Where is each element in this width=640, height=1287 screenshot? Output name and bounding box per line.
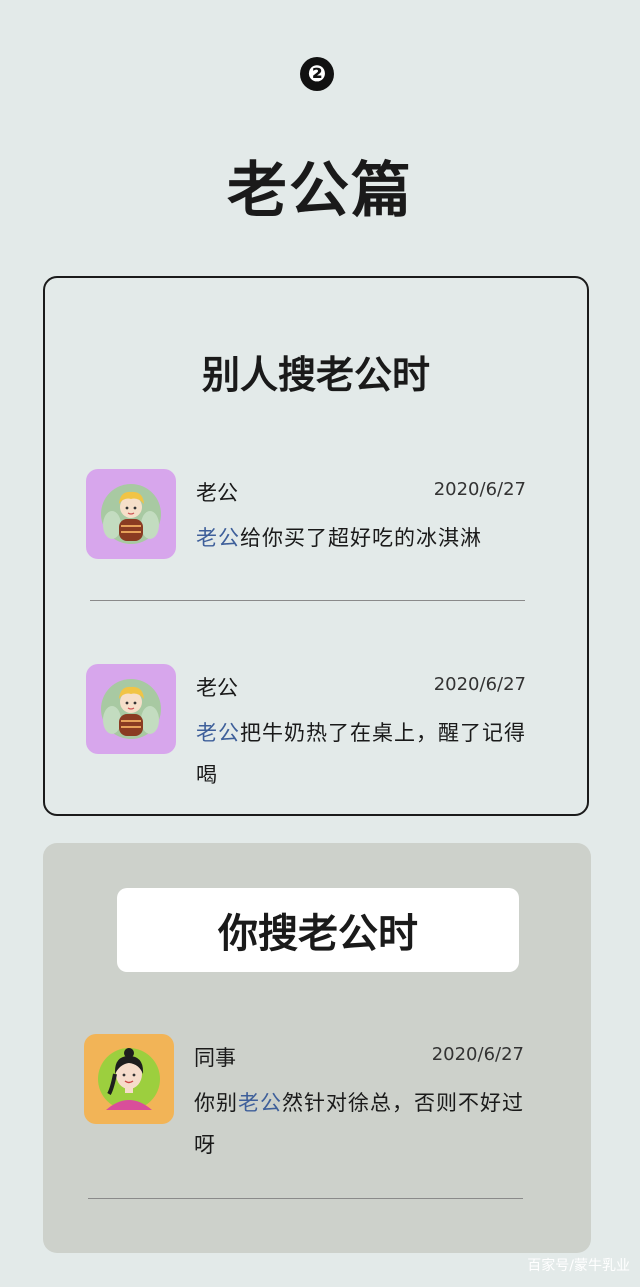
sender-name: 老公 xyxy=(196,676,238,700)
message-body: 给你买了超好吃的冰淇淋 xyxy=(240,526,482,550)
message-text: 老公给你买了超好吃的冰淇淋 xyxy=(196,517,526,559)
highlighted-keyword: 老公 xyxy=(238,1091,282,1115)
message-date: 2020/6/27 xyxy=(433,674,526,695)
message-prefix: 你别 xyxy=(194,1091,238,1115)
girl-avatar-icon xyxy=(84,1034,174,1124)
page-title: 老公篇 xyxy=(227,156,413,226)
boy-avatar-icon xyxy=(86,664,176,754)
others-search-card: 别人搜老公时 老公 2020/6/27 老公给你买了超好吃的冰淇淋 老公 202… xyxy=(43,276,589,816)
divider xyxy=(90,600,525,601)
message-text: 老公把牛奶热了在桌上，醒了记得喝 xyxy=(196,712,526,796)
your-search-card: 你搜老公时 同事 2020/6/27 你别老公然针对徐总，否则不好过呀 xyxy=(43,843,591,1253)
sender-name: 同事 xyxy=(194,1046,236,1070)
boy-avatar-icon xyxy=(86,469,176,559)
message-date: 2020/6/27 xyxy=(433,479,526,500)
section-title: 别人搜老公时 xyxy=(201,353,430,397)
message-body: 把牛奶热了在桌上，醒了记得喝 xyxy=(196,721,526,787)
section-title: 你搜老公时 xyxy=(117,888,519,972)
watermark: 百家号/蒙牛乳业 xyxy=(527,1258,630,1274)
divider xyxy=(88,1198,523,1199)
message-date: 2020/6/27 xyxy=(431,1044,524,1065)
step-number-badge: ❷ xyxy=(300,57,334,91)
highlighted-keyword: 老公 xyxy=(196,721,240,745)
sender-name: 老公 xyxy=(196,481,238,505)
message-text: 你别老公然针对徐总，否则不好过呀 xyxy=(194,1082,524,1166)
highlighted-keyword: 老公 xyxy=(196,526,240,550)
